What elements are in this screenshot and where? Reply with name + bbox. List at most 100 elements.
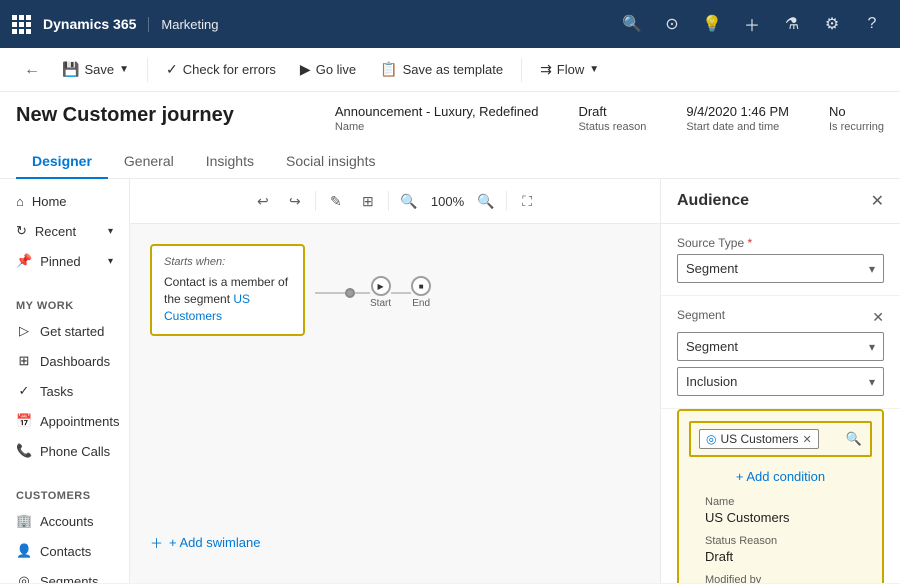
save-as-template-button[interactable]: 📋 Save as template bbox=[370, 55, 513, 84]
segment-tag: ◎ US Customers ✕ bbox=[699, 429, 819, 449]
top-navigation: Dynamics 365 Marketing 🔍 ⊙ 💡 ＋ ⚗ ⚙ ? bbox=[0, 0, 900, 48]
search-nav-icon[interactable]: 🔍 bbox=[616, 8, 648, 40]
tab-designer[interactable]: Designer bbox=[16, 145, 108, 179]
app-logo: Dynamics 365 bbox=[12, 15, 136, 34]
sidebar-item-dashboards[interactable]: ⊞ Dashboards bbox=[0, 346, 129, 376]
audience-details: Name US Customers Status Reason Draft Mo… bbox=[689, 496, 872, 583]
page-header: New Customer journey Announcement - Luxu… bbox=[0, 92, 900, 179]
sidebar-label-tasks: Tasks bbox=[40, 384, 73, 399]
flow-line-2 bbox=[355, 292, 370, 294]
segment-select[interactable]: Segment ▾ bbox=[677, 332, 884, 361]
sidebar-label-segments: Segments bbox=[40, 574, 99, 584]
panel-header: Audience ✕ bbox=[661, 179, 900, 224]
recent-expand-icon: ▾ bbox=[108, 226, 113, 237]
contacts-icon: 👤 bbox=[16, 543, 32, 559]
zoom-in-button[interactable]: 🔍 bbox=[472, 187, 500, 215]
starts-when-label: Starts when: bbox=[164, 256, 291, 268]
segment-search-box[interactable]: ◎ US Customers ✕ 🔍 bbox=[689, 421, 872, 457]
sidebar-item-contacts[interactable]: 👤 Contacts bbox=[0, 536, 129, 566]
undo-button[interactable]: ↩ bbox=[249, 187, 277, 215]
source-type-section: Source Type * Segment ▾ bbox=[661, 224, 900, 296]
get-started-icon: ▷ bbox=[16, 323, 32, 339]
sidebar-item-accounts[interactable]: 🏢 Accounts bbox=[0, 506, 129, 536]
start-node: ▶ Start bbox=[370, 276, 391, 309]
tiles-button[interactable]: ⊞ bbox=[354, 187, 382, 215]
save-icon: 💾 bbox=[62, 61, 79, 78]
end-circle: ■ bbox=[411, 276, 431, 296]
sidebar-item-recent[interactable]: ↻ Recent ▾ bbox=[0, 216, 129, 246]
grid-icon[interactable] bbox=[12, 15, 31, 34]
fullscreen-button[interactable]: ⛶ bbox=[513, 187, 541, 215]
go-live-button[interactable]: ▶ Go live bbox=[290, 55, 366, 84]
sidebar-item-pinned[interactable]: 📌 Pinned ▾ bbox=[0, 246, 129, 276]
segment-tag-icon: ◎ bbox=[706, 432, 716, 446]
check-errors-button[interactable]: ✓ Check for errors bbox=[156, 55, 286, 84]
tab-social-insights[interactable]: Social insights bbox=[270, 145, 392, 179]
sidebar-label-appointments: Appointments bbox=[40, 414, 120, 429]
target-icon[interactable]: ⊙ bbox=[656, 8, 688, 40]
detail-modified-by-row: Modified by bbox=[705, 574, 856, 583]
detail-status-value: Draft bbox=[705, 549, 856, 564]
redo-button[interactable]: ↪ bbox=[281, 187, 309, 215]
sidebar-item-segments[interactable]: ◎ Segments bbox=[0, 566, 129, 583]
segment-section-close[interactable]: ✕ bbox=[872, 309, 884, 326]
toolbar-divider-3 bbox=[506, 191, 507, 211]
add-swimlane-button[interactable]: ＋ + Add swimlane bbox=[150, 533, 260, 552]
meta-start-date: 9/4/2020 1:46 PM Start date and time bbox=[686, 104, 789, 133]
sidebar-title-customers: Customers bbox=[0, 482, 129, 506]
page-tabs: Designer General Insights Social insight… bbox=[16, 145, 884, 178]
sidebar-item-appointments[interactable]: 📅 Appointments bbox=[0, 406, 129, 436]
command-bar: ← 💾 Save ▼ ✓ Check for errors ▶ Go live … bbox=[0, 48, 900, 92]
save-dropdown-icon[interactable]: ▼ bbox=[119, 64, 129, 75]
flow-dropdown-icon[interactable]: ▼ bbox=[589, 64, 599, 75]
toolbar-divider-2 bbox=[388, 191, 389, 211]
recent-icon: ↻ bbox=[16, 223, 27, 239]
plus-nav-icon[interactable]: ＋ bbox=[736, 8, 768, 40]
end-label: End bbox=[412, 298, 430, 309]
divider-2 bbox=[521, 58, 522, 82]
panel-close-button[interactable]: ✕ bbox=[871, 191, 884, 211]
tab-insights[interactable]: Insights bbox=[190, 145, 270, 179]
sidebar-label-pinned: Pinned bbox=[40, 254, 80, 269]
sidebar-item-home[interactable]: ⌂ Home bbox=[0, 187, 129, 216]
template-icon: 📋 bbox=[380, 61, 397, 78]
go-live-icon: ▶ bbox=[300, 61, 311, 78]
journey-card-text: Contact is a member of the segment US Cu… bbox=[164, 274, 291, 324]
pinned-icon: 📌 bbox=[16, 253, 32, 269]
segment-search-icon[interactable]: 🔍 bbox=[846, 431, 862, 447]
inclusion-select[interactable]: Inclusion ▾ bbox=[677, 367, 884, 396]
canvas-content[interactable]: Starts when: Contact is a member of the … bbox=[130, 224, 660, 582]
lightbulb-icon[interactable]: 💡 bbox=[696, 8, 728, 40]
segment-tag-remove[interactable]: ✕ bbox=[803, 433, 812, 446]
sidebar-label-recent: Recent bbox=[35, 224, 76, 239]
flow-connector: ▶ Start ■ End bbox=[315, 276, 431, 309]
add-condition-button[interactable]: + Add condition bbox=[689, 465, 872, 488]
sidebar-item-tasks[interactable]: ✓ Tasks bbox=[0, 376, 129, 406]
sidebar-item-phone-calls[interactable]: 📞 Phone Calls bbox=[0, 436, 129, 466]
edit-button[interactable]: ✎ bbox=[322, 187, 350, 215]
app-name: Dynamics 365 bbox=[43, 16, 136, 32]
journey-start-card[interactable]: Starts when: Contact is a member of the … bbox=[150, 244, 305, 336]
phone-icon: 📞 bbox=[16, 443, 32, 459]
detail-status-row: Status Reason Draft bbox=[705, 535, 856, 564]
sidebar-item-get-started[interactable]: ▷ Get started bbox=[0, 316, 129, 346]
tab-general[interactable]: General bbox=[108, 145, 190, 179]
sidebar-title-mywork: My Work bbox=[0, 292, 129, 316]
page-meta: Announcement - Luxury, Redefined Name Dr… bbox=[335, 104, 884, 133]
settings-nav-icon[interactable]: ⚙ bbox=[816, 8, 848, 40]
flow-dot-1 bbox=[345, 288, 355, 298]
help-nav-icon[interactable]: ? bbox=[856, 8, 888, 40]
segments-icon: ◎ bbox=[16, 573, 32, 583]
zoom-out-button[interactable]: 🔍 bbox=[395, 187, 423, 215]
source-type-chevron: ▾ bbox=[869, 262, 875, 276]
right-panel: Audience ✕ Source Type * Segment ▾ Segme… bbox=[660, 179, 900, 583]
source-type-select[interactable]: Segment ▾ bbox=[677, 254, 884, 283]
back-button[interactable]: ← bbox=[16, 54, 48, 86]
sidebar-label-contacts: Contacts bbox=[40, 544, 91, 559]
save-button[interactable]: 💾 Save ▼ bbox=[52, 55, 139, 84]
sidebar-label-accounts: Accounts bbox=[40, 514, 93, 529]
flow-button[interactable]: ⇉ Flow ▼ bbox=[530, 55, 609, 84]
pinned-expand-icon: ▾ bbox=[108, 256, 113, 267]
filter-nav-icon[interactable]: ⚗ bbox=[776, 8, 808, 40]
sidebar-section-customers: Customers 🏢 Accounts 👤 Contacts ◎ Segmen… bbox=[0, 474, 129, 583]
